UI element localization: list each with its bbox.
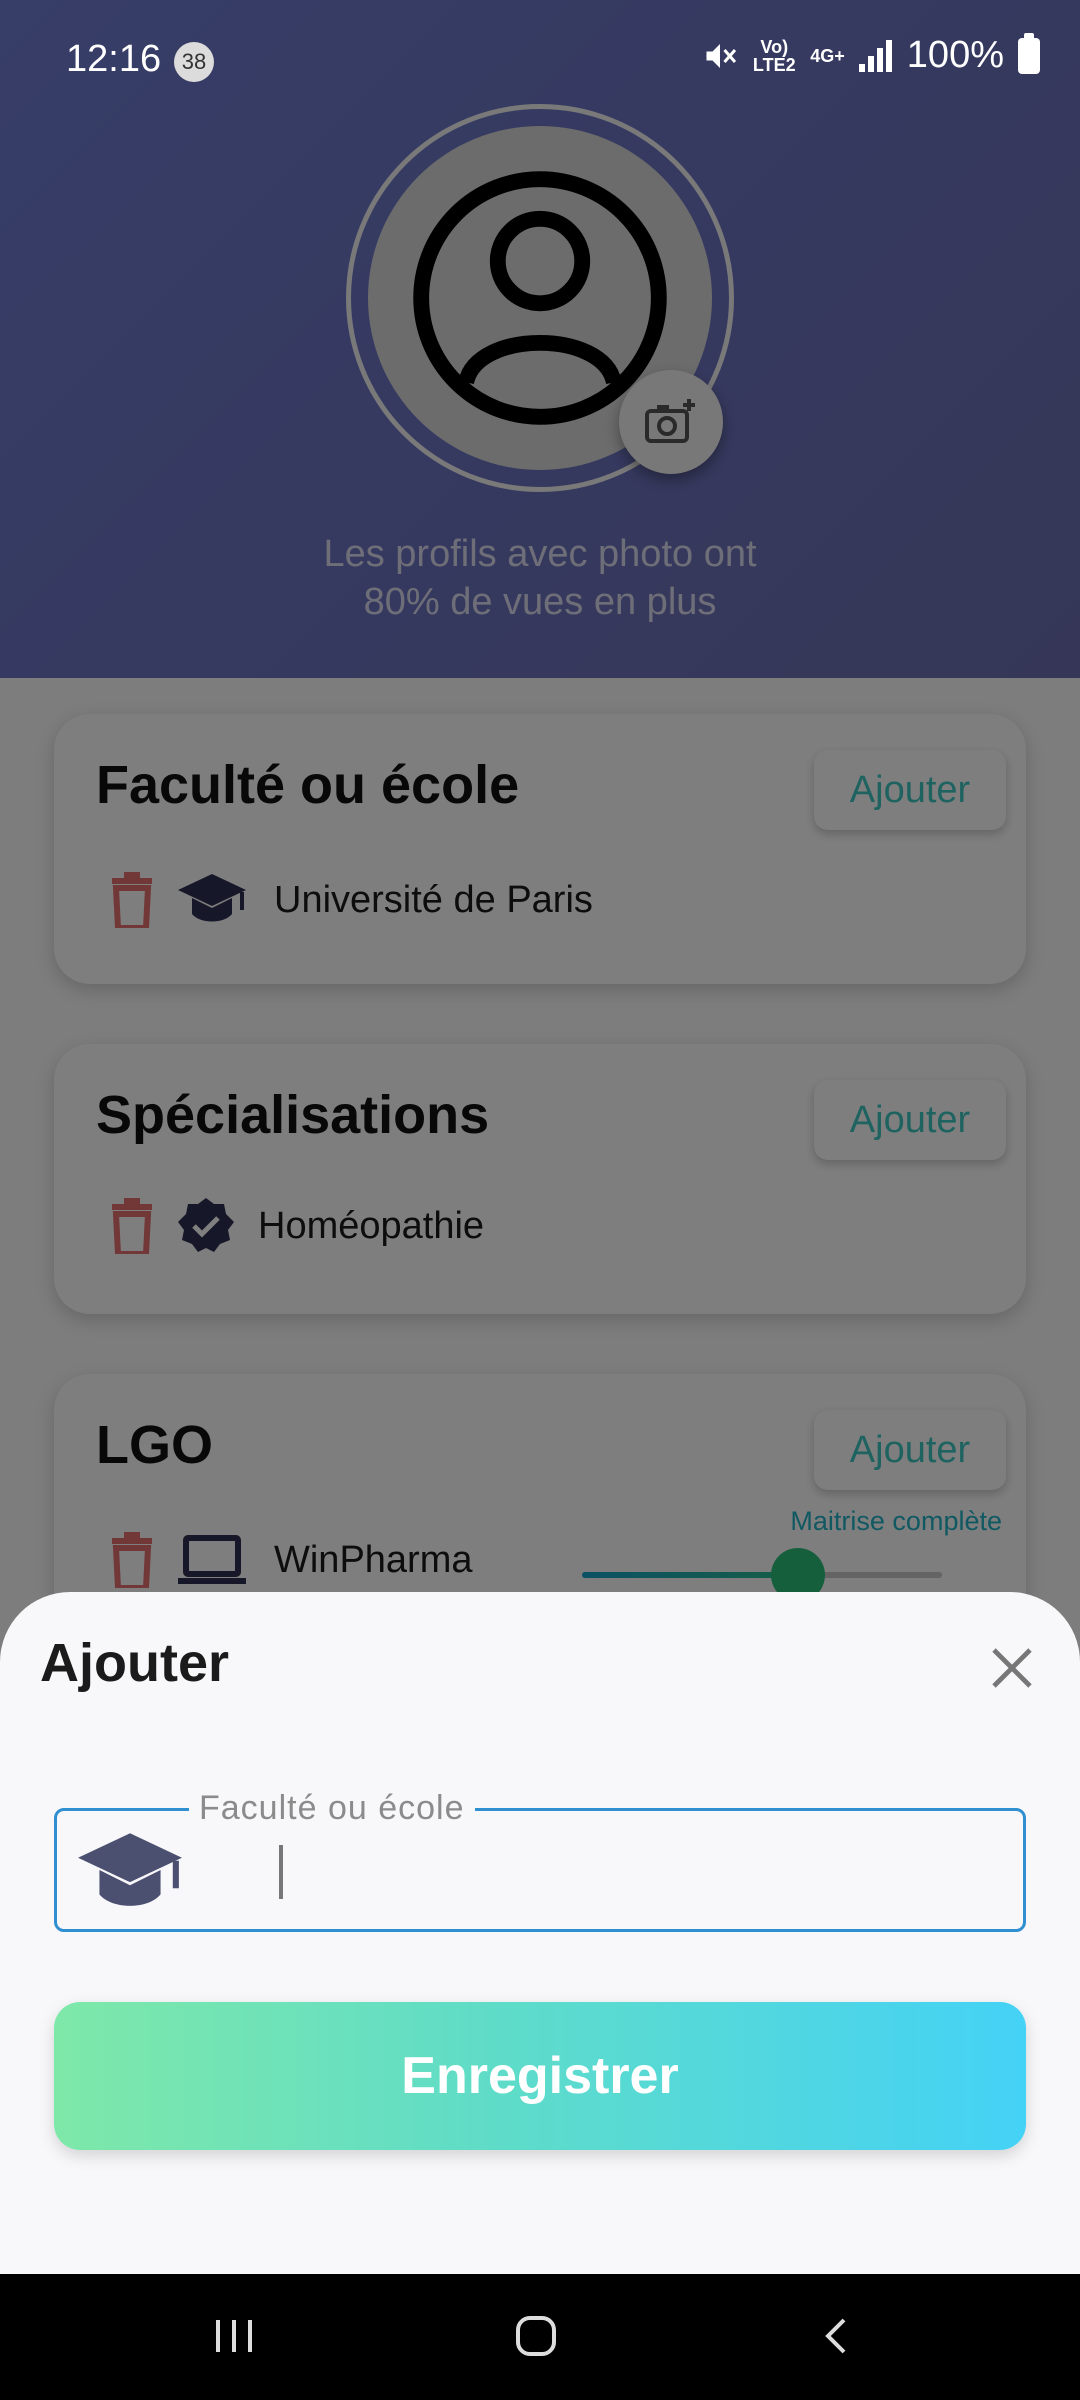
battery-icon xyxy=(1018,32,1040,74)
close-icon[interactable] xyxy=(988,1644,1036,1692)
volte-label: Vo) LTE2 xyxy=(752,36,796,75)
school-field-label: Faculté ou école xyxy=(189,1789,475,1828)
mute-icon xyxy=(706,43,737,68)
back-button[interactable] xyxy=(798,2304,878,2368)
status-icons: Vo) LTE2 4G+ 100% xyxy=(702,32,1040,77)
notification-count-badge: 38 xyxy=(174,42,214,82)
battery-percent: 100% xyxy=(906,34,1004,76)
navigation-bar xyxy=(0,2274,1080,2400)
back-chevron-icon xyxy=(825,2318,846,2354)
school-field[interactable]: Faculté ou école xyxy=(54,1789,1026,1932)
text-cursor xyxy=(279,1845,283,1899)
save-button[interactable]: Enregistrer xyxy=(54,2002,1026,2150)
status-bar: 12:16 38 Vo) LTE2 4G+ 100% xyxy=(0,0,1080,88)
status-time: 12:16 xyxy=(66,38,162,80)
home-button[interactable] xyxy=(496,2304,576,2368)
home-icon xyxy=(516,2316,556,2356)
add-bottom-sheet: Ajouter Faculté ou école Enregistrer xyxy=(0,1592,1080,2274)
signal-icon xyxy=(858,39,892,72)
sheet-title: Ajouter xyxy=(40,1633,229,1693)
graduation-cap-icon xyxy=(78,1833,182,1906)
recent-apps-icon xyxy=(216,2320,252,2352)
recent-apps-button[interactable] xyxy=(194,2304,274,2368)
network-type-label: 4G+ xyxy=(810,45,845,66)
school-input[interactable] xyxy=(273,1837,993,1905)
